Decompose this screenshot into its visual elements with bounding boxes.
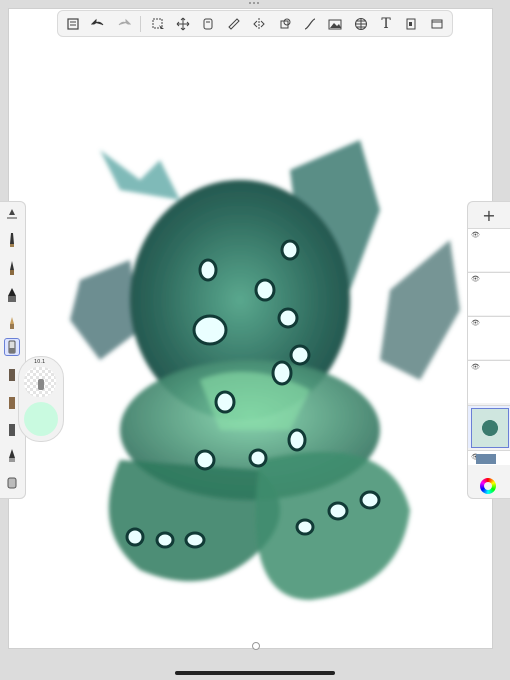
brush-watercolor-icon[interactable] [5, 474, 19, 490]
fullscreen-icon[interactable] [428, 15, 446, 33]
brush-size-panel: 10.1 [18, 356, 64, 442]
layer-thumbnail [471, 408, 509, 448]
layer-item[interactable]: 👁 [468, 272, 510, 315]
brush-blender-icon[interactable] [5, 447, 19, 463]
main-toolbar: T [57, 10, 453, 37]
ruler-icon[interactable] [225, 15, 243, 33]
brush-texture-icon[interactable] [5, 395, 19, 411]
toolbar-divider [140, 15, 142, 32]
symmetry-icon[interactable] [250, 15, 268, 33]
brush-library-icon[interactable] [5, 207, 19, 223]
brush-ink-icon[interactable] [5, 260, 19, 276]
layer-item[interactable]: 👁 [468, 360, 510, 403]
add-layer-button[interactable]: + [468, 202, 510, 228]
perspective-grid-icon[interactable] [352, 15, 370, 33]
layer-item-active[interactable] [468, 405, 510, 448]
canvas-icon[interactable] [402, 15, 420, 33]
brush-smudge-icon[interactable] [5, 422, 19, 438]
fill-icon[interactable] [276, 15, 294, 33]
layer-thumbnail [476, 454, 496, 464]
brush-pencil-icon[interactable] [5, 232, 19, 248]
undo-icon[interactable] [89, 15, 107, 33]
brush-marker-icon[interactable] [5, 287, 19, 303]
brush-slider-knob[interactable] [38, 379, 44, 390]
scroll-indicator [252, 642, 260, 650]
layers-rail: + 👁 👁 👁 👁 👁 [467, 201, 510, 499]
text-tool-icon[interactable]: T [377, 15, 395, 33]
brush-airbrush-icon[interactable] [5, 314, 19, 330]
gallery-icon[interactable] [64, 15, 82, 33]
image-icon[interactable] [326, 15, 344, 33]
home-indicator[interactable] [175, 671, 335, 675]
brush-rail [0, 201, 26, 499]
artwork-creature [70, 140, 460, 600]
brush-size-label: 10.1 [34, 359, 46, 365]
select-icon[interactable] [149, 15, 167, 33]
color-wheel-icon[interactable] [480, 478, 496, 494]
layer-item[interactable]: 👁 [468, 316, 510, 359]
current-color-swatch[interactable] [24, 402, 58, 436]
curve-icon[interactable] [301, 15, 319, 33]
eye-icon[interactable]: 👁 [471, 319, 480, 327]
move-icon[interactable] [174, 15, 192, 33]
top-grip-handle[interactable] [249, 2, 261, 5]
layer-item[interactable]: 👁 [468, 228, 510, 271]
redo-icon[interactable] [115, 15, 133, 33]
eye-icon[interactable]: 👁 [471, 275, 480, 283]
layer-item[interactable]: 👁 [468, 450, 510, 465]
layers-copy-icon[interactable] [199, 15, 217, 33]
brush-eraser-icon[interactable] [4, 338, 20, 356]
eye-icon[interactable]: 👁 [471, 231, 480, 239]
brush-paint-icon[interactable] [5, 367, 19, 383]
eye-icon[interactable]: 👁 [471, 363, 480, 371]
